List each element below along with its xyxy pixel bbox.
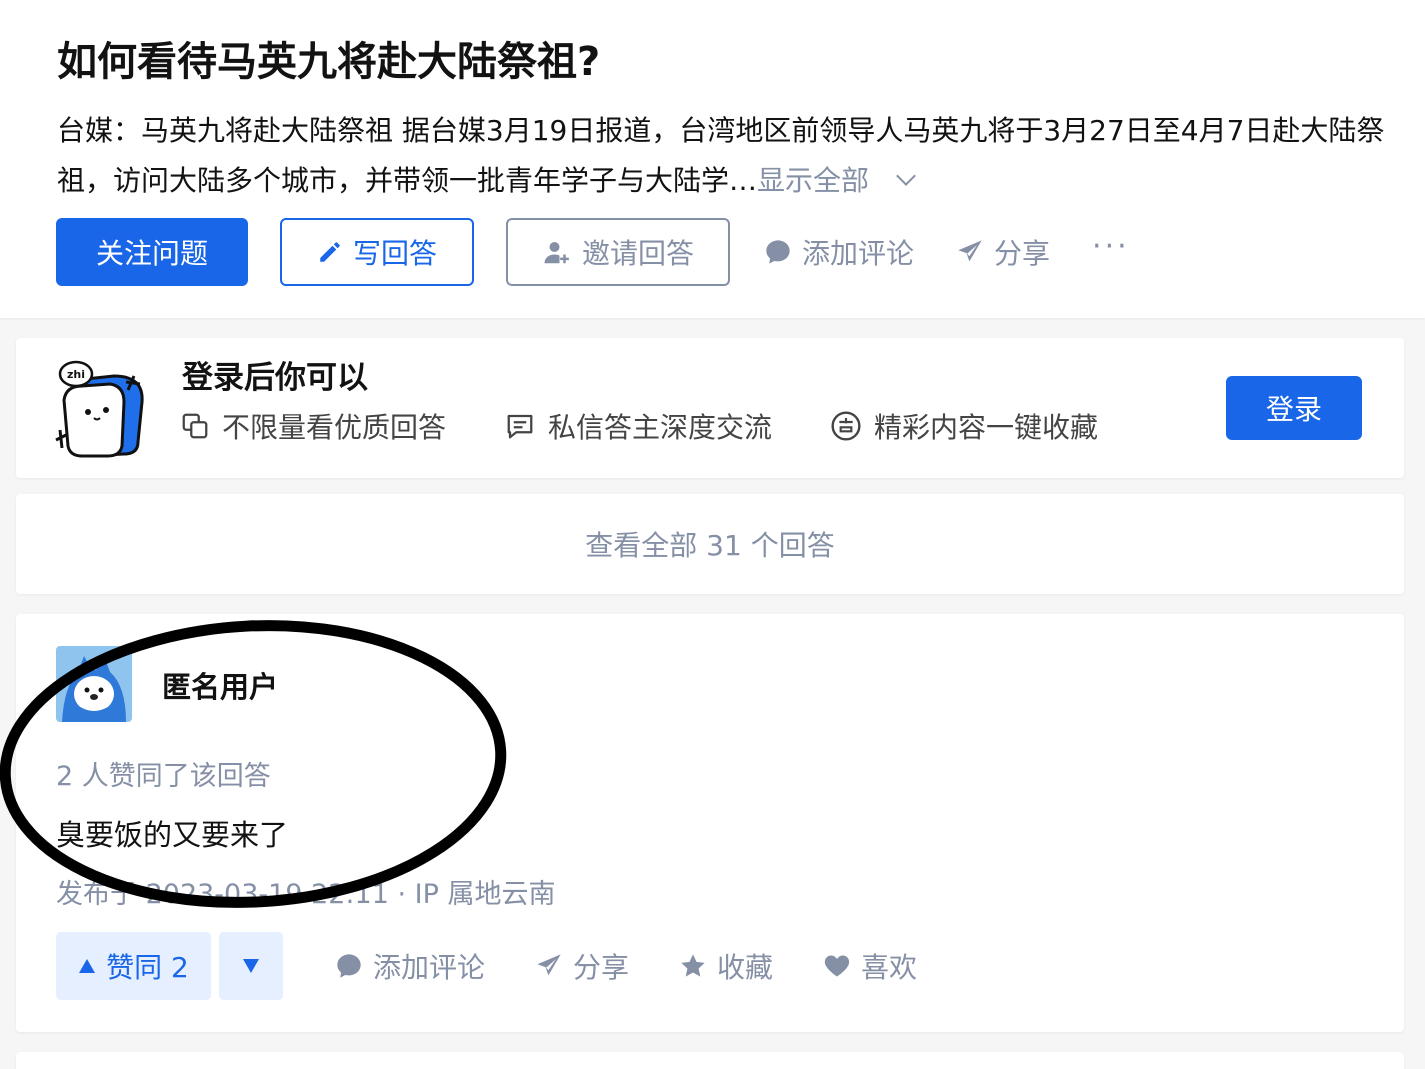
triangle-up-icon (79, 959, 96, 973)
answer-comment-label: 添加评论 (373, 951, 486, 984)
question-actions: 关注问题 写回答 邀请回答 添加评论 分享 ··· (56, 218, 1130, 286)
message-icon (507, 414, 533, 439)
benefit-collect-label: 精彩内容一键收藏 (874, 411, 1099, 444)
favorites-icon (831, 411, 861, 441)
answer-share-button[interactable]: 分享 (535, 946, 629, 986)
invite-answer-button[interactable]: 邀请回答 (506, 218, 730, 286)
question-title[interactable]: 如何看待马英九将赴大陆祭祖? (57, 34, 600, 90)
add-comment-button[interactable]: 添加评论 (764, 232, 914, 272)
answer-content: 臭要饭的又要来了 (56, 818, 289, 852)
add-user-icon (544, 242, 569, 264)
login-prompt-title: 登录后你可以 (182, 360, 368, 396)
answer-card: 匿名用户 2 人赞同了该回答 臭要饭的又要来了 发布于 2023-03-19 2… (16, 614, 1404, 1032)
write-answer-button[interactable]: 写回答 (280, 218, 474, 286)
show-all-link[interactable]: 显示全部 (757, 164, 869, 197)
benefit-unlimited-label: 不限量看优质回答 (222, 411, 447, 444)
comment-bubble-icon (766, 240, 790, 264)
answer-comment-button[interactable]: 添加评论 (335, 946, 485, 986)
benefit-unlimited: 不限量看优质回答 (180, 406, 446, 446)
paper-plane-icon (958, 240, 982, 262)
question-excerpt: 台媒：马英九将赴大陆祭祖 据台媒3月19日报道，台湾地区前领导人马英九将于3月2… (57, 106, 1402, 206)
invite-answer-label: 邀请回答 (581, 237, 694, 270)
comment-bubble-icon (337, 954, 361, 978)
vote-count-text: 2 人赞同了该回答 (56, 761, 271, 792)
star-icon (681, 954, 705, 977)
answer-collect-label: 收藏 (717, 951, 774, 984)
login-benefits: 不限量看优质回答 私信答主深度交流 精彩内容一键收藏 (180, 406, 1098, 446)
answer-share-label: 分享 (573, 951, 630, 984)
copy-icon (182, 413, 208, 439)
avatar[interactable] (56, 646, 132, 722)
login-prompt-card: zhi 登录后你可以 不限量看优质回答 私信答主深度交流 精彩内容一键收藏 登录 (16, 338, 1404, 478)
zhihu-mascot-logo: zhi (55, 360, 144, 458)
share-button[interactable]: 分享 (956, 232, 1050, 272)
share-label: 分享 (994, 237, 1051, 270)
paper-plane-icon (537, 954, 561, 976)
login-button[interactable]: 登录 (1226, 376, 1362, 440)
question-excerpt-text: 台媒：马英九将赴大陆祭祖 据台媒3月19日报道，台湾地区前领导人马英九将于3月2… (57, 114, 1385, 197)
pencil-icon (320, 242, 340, 262)
answer-meta: 发布于 2023-03-19 22:11 · IP 属地云南 (56, 879, 556, 910)
benefit-collect: 精彩内容一键收藏 (830, 406, 1098, 446)
vote-up-label: 赞同 2 (106, 951, 189, 984)
vote-up-button[interactable]: 赞同 2 (56, 932, 211, 1000)
answer-actions: 赞同 2 添加评论 分享 收藏 喜欢 (56, 932, 917, 1000)
add-comment-label: 添加评论 (802, 237, 915, 270)
answer-like-label: 喜欢 (861, 951, 918, 984)
vote-down-button[interactable] (219, 932, 283, 1000)
view-all-answers-button[interactable]: 查看全部 31 个回答 (16, 494, 1404, 594)
more-options-button[interactable]: ··· (1092, 229, 1130, 264)
benefit-message: 私信答主深度交流 (504, 406, 772, 446)
answer-collect-button[interactable]: 收藏 (679, 946, 773, 986)
chevron-down-icon[interactable] (896, 166, 916, 186)
next-answer-card (16, 1052, 1404, 1069)
mascot-zhi-text: zhi (67, 368, 85, 381)
question-header: 如何看待马英九将赴大陆祭祖? 台媒：马英九将赴大陆祭祖 据台媒3月19日报道，台… (0, 0, 1425, 318)
answer-like-button[interactable]: 喜欢 (823, 946, 917, 986)
author-name[interactable]: 匿名用户 (162, 664, 278, 706)
benefit-message-label: 私信答主深度交流 (548, 411, 773, 444)
triangle-down-icon (243, 959, 259, 973)
follow-question-button[interactable]: 关注问题 (56, 218, 248, 286)
heart-icon (824, 955, 850, 977)
write-answer-label: 写回答 (352, 237, 437, 270)
